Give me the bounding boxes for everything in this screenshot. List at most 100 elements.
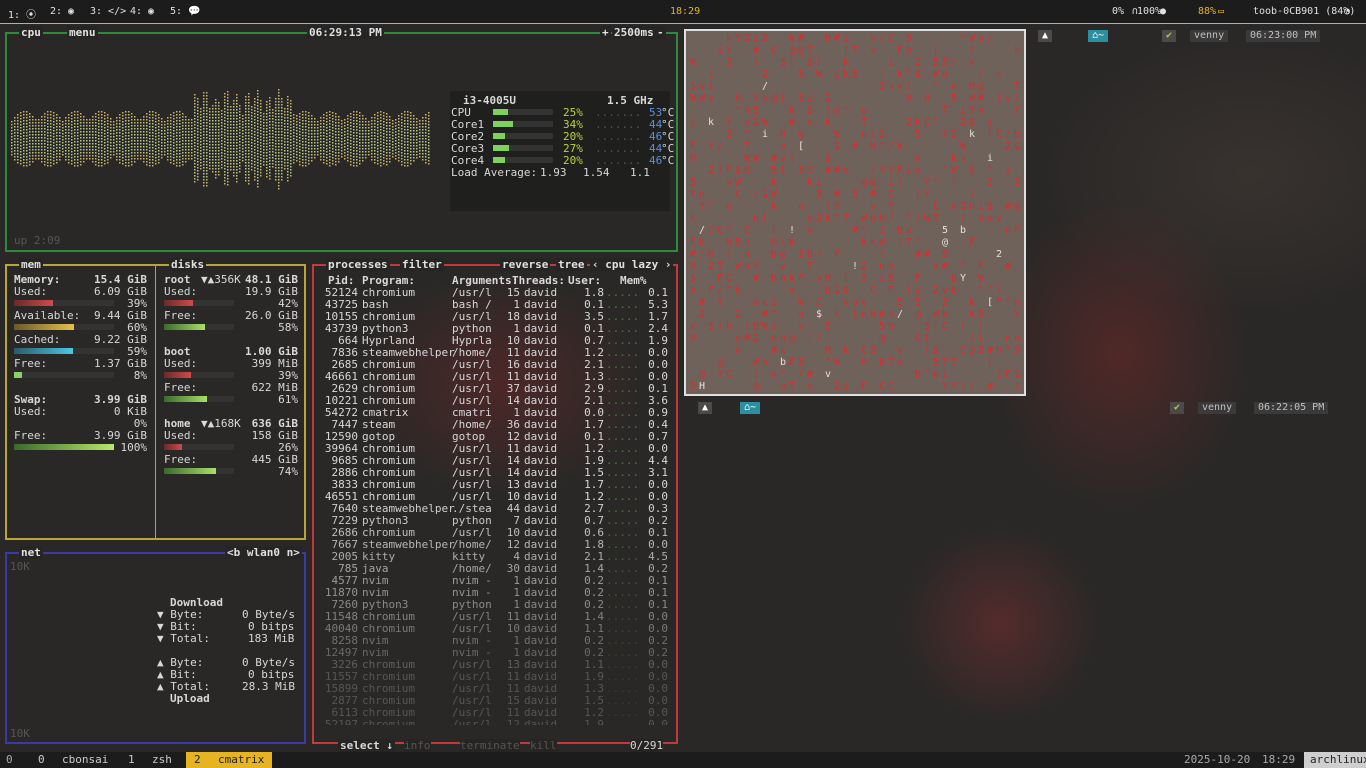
interval-minus[interactable]: - [655, 26, 666, 39]
process-row[interactable]: 785 java/home/30 david 1.4..... 0.2 [314, 562, 676, 575]
interval-plus[interactable]: + [600, 26, 611, 39]
window-2-index[interactable]: 2 [194, 753, 201, 766]
status-ok-icon: ✔ [1162, 30, 1177, 42]
process-row[interactable]: 7640 steamwebhelper ./stea 44 david 2.7..... 0… [314, 502, 676, 515]
matrix-glyph: k [888, 309, 895, 320]
workspace-3[interactable]: 3: </> [90, 6, 126, 17]
process-row[interactable]: 2877 chromium/usr/l 15 david 1.5..... 0.0 [314, 694, 676, 707]
cpu-graph [11, 89, 430, 190]
window-0-index[interactable]: 0 [38, 753, 45, 766]
matrix-glyph: k [879, 357, 886, 368]
workspace-5[interactable]: 5: 💬 [170, 6, 201, 17]
matrix-glyph: 5 [816, 189, 823, 200]
matrix-glyph: k [690, 213, 697, 224]
matrix-glyph: / [969, 45, 976, 56]
volume[interactable]: 0% [1112, 6, 1124, 17]
process-row[interactable]: 3833 chromium/usr/l 13 david 1.7..... 0.0 [314, 478, 676, 491]
mem-panel: mem disks Memory: 15.4 GiB Used: 6.09 GiB 39… [5, 258, 306, 540]
matrix-glyph: 5 [798, 357, 805, 368]
process-row[interactable]: 54272 cmatrix cmatri 1 david 0.0..... 0.9 [314, 406, 676, 419]
workspace-1[interactable]: 1: ⦿ [8, 6, 36, 21]
disk-used-label: Used: [164, 429, 198, 442]
process-row[interactable]: 7836 steamwebhelper/home/11 david 1.2..... 0… [314, 346, 676, 359]
process-row[interactable]: 52124 chromium/usr/l 15 david 1.8..... 0.1 [314, 286, 676, 299]
process-row[interactable]: 12590 gotop gotop 12 david 0.1..... 0.7 [314, 430, 676, 443]
matrix-glyph: 5 [1023, 81, 1024, 92]
process-row[interactable]: 2685 chromium/usr/l 16 david 2.1..... 0.0 [314, 358, 676, 371]
process-row[interactable]: 9685 chromium/usr/l 14 david 1.9..... 4.4 [314, 454, 676, 467]
matrix-glyph: ! [825, 105, 832, 116]
process-row[interactable]: 39964 chromium/usr/l 11 david 1.2..... 0.0 [314, 442, 676, 455]
process-row[interactable]: 4577 nvim nvim -1 david 0.2..... 0.1 [314, 574, 676, 587]
process-row[interactable]: 2629 chromium/usr/l 37 david 2.9..... 0.1 [314, 382, 676, 395]
matrix-glyph: C [933, 201, 940, 212]
matrix-glyph: @ [942, 237, 949, 248]
process-row[interactable]: 46551 chromium/usr/l 10 david 1.2..... 0.0 [314, 490, 676, 503]
window-1-index[interactable]: 1 [128, 753, 135, 766]
matrix-glyph: b [1014, 129, 1021, 140]
terminal-prompt-2[interactable]: ▲ ⌂~ ✔ venny 06:22:05 PM [684, 402, 1366, 416]
process-row[interactable]: 43725 bash bash /1 david 0.1..... 5.3 [314, 298, 676, 311]
matrix-glyph: Y [726, 45, 733, 56]
process-row[interactable]: 7667 steamwebhelper/home/12 david 1.8..... 0… [314, 538, 676, 551]
matrix-glyph: i [1014, 381, 1021, 392]
process-row[interactable]: 8258 nvim nvim -1 david 0.2..... 0.2 [314, 634, 676, 647]
process-row[interactable]: 15899 chromium/usr/l 11 david 1.3..... 0.0 [314, 682, 676, 695]
workspace-4[interactable]: 4: ◉ [130, 6, 154, 17]
window-0-name[interactable]: cbonsai [62, 753, 108, 766]
process-count: 0/291 [630, 739, 664, 752]
processes-panel: processes filter reverse tree ‹ cpu lazy… [312, 258, 678, 752]
iface-selector[interactable]: <b wlan0 n> [225, 546, 302, 559]
matrix-glyph: @ [789, 45, 796, 56]
interval[interactable]: 2500ms [612, 26, 656, 39]
matrix-glyph: W [924, 213, 931, 224]
matrix-glyph: 5 [942, 225, 949, 236]
process-row[interactable]: 10221 chromium/usr/l 14 david 2.1..... 3.6 [314, 394, 676, 407]
matrix-glyph: W [735, 261, 742, 272]
matrix-glyph: ^ [906, 69, 913, 80]
matrix-glyph: k [969, 297, 976, 308]
process-row[interactable]: 40040 chromium/usr/l 10 david 1.1..... 0.0 [314, 622, 676, 635]
matrix-glyph: n [798, 201, 805, 212]
terminal-prompt-1[interactable]: ▲ ⌂~ ✔ venny 06:23:00 PM [1030, 30, 1366, 44]
process-row[interactable]: 46661 chromium/usr/l 11 david 1.3..... 0.0 [314, 370, 676, 383]
process-row[interactable]: 7447 steam/home/36 david 1.7..... 0.4 [314, 418, 676, 431]
matrix-glyph: F [978, 261, 985, 272]
matrix-glyph: v [942, 285, 949, 296]
process-row[interactable]: 6113 chromium/usr/l 11 david 1.2..... 0.0 [314, 706, 676, 719]
select-button[interactable]: select ↓ [338, 739, 395, 752]
matrix-glyph: k [897, 69, 904, 80]
window-2-name[interactable]: cmatrix [218, 753, 264, 766]
process-row[interactable]: 52197 chromium/usr/l 12 david 1.9..... 0.0 [314, 718, 676, 725]
menu-tab[interactable]: menu [67, 26, 98, 39]
process-row[interactable]: 2886 chromium/usr/l 14 david 1.5..... 3.1 [314, 466, 676, 479]
matrix-glyph: ! [726, 249, 733, 260]
cmatrix-terminal[interactable]: W $ Wi F H 5 Yk F # H $ b v H 5 v Wn Y / b / #2 @ Hi i v k Y 2 ^ C H 2 F $… [684, 29, 1026, 396]
process-row[interactable]: 664 Hyprland Hyprla 10 david 0.7..... 1.9 [314, 334, 676, 347]
kill-button[interactable]: kill [530, 739, 557, 752]
matrix-glyph: [ [807, 333, 814, 344]
process-row[interactable]: 43739 python3 python 1 david 0.1..... 2.4 [314, 322, 676, 335]
terminate-button[interactable]: terminate [460, 739, 520, 752]
matrix-glyph: T [717, 261, 724, 272]
workspace-2[interactable]: 2: ◉ [50, 6, 74, 17]
matrix-glyph: W [690, 57, 697, 68]
process-row[interactable]: 7229 python3 python 7 david 0.7..... 0.2 [314, 514, 676, 527]
process-row[interactable]: 11870 nvim nvim -1 david 0.2..... 0.1 [314, 586, 676, 599]
process-row[interactable]: 10155 chromium/usr/l 18 david 3.5..... 1.7 [314, 310, 676, 323]
process-row[interactable]: 11548 chromium/usr/l 11 david 1.4..... 0.0 [314, 610, 676, 623]
info-button[interactable]: info [404, 739, 431, 752]
process-row[interactable]: 11557 chromium/usr/l 11 david 1.9..... 0.0 [314, 670, 676, 683]
process-row[interactable]: 12497 nvim nvim -1 david 0.2..... 0.2 [314, 646, 676, 659]
process-row[interactable]: 2005 kitty kitty 4 david 2.1..... 4.5 [314, 550, 676, 563]
network[interactable]: toob-0CB901 (84%) [1253, 6, 1355, 17]
matrix-glyph: i [879, 273, 886, 284]
matrix-glyph: i [960, 105, 967, 116]
process-row[interactable]: 3226 chromium/usr/l 13 david 1.1..... 0.0 [314, 658, 676, 671]
threads: 12 [506, 718, 520, 725]
process-row[interactable]: 7260 python3 python 1 david 0.2..... 0.1 [314, 598, 676, 611]
process-row[interactable]: 2686 chromium/usr/l 10 david 0.6..... 0.1 [314, 526, 676, 539]
matrix-glyph: F [1023, 261, 1024, 272]
matrix-glyph: $ [1014, 141, 1021, 152]
window-1-name[interactable]: zsh [152, 753, 172, 766]
